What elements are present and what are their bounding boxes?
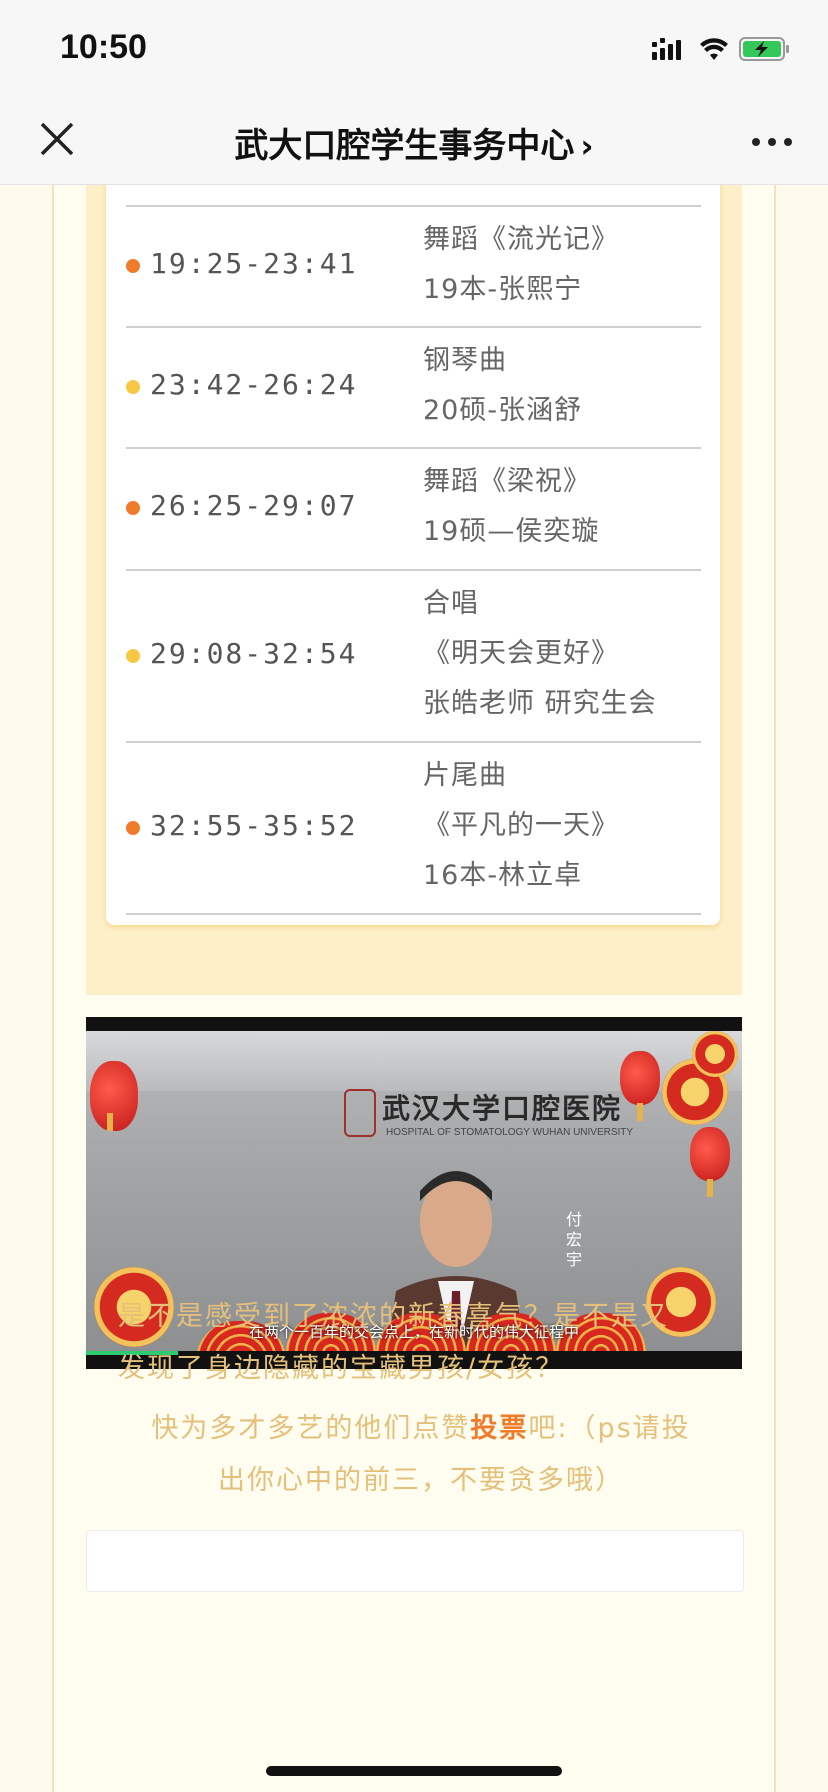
status-time: 10:50 <box>60 28 147 66</box>
time-range: 29:08-32:54 <box>150 637 358 670</box>
hospital-sign: 武汉大学口腔医院 <box>382 1092 623 1125</box>
vote-text-before: 快为多才多艺的他们点赞 <box>151 1413 471 1444</box>
schedule-row: 19:25-23:41 舞蹈《流光记》 19本-张熙宁 <box>126 207 701 325</box>
vote-card[interactable] <box>86 1530 744 1592</box>
nav-title[interactable]: 武大口腔学生事务中心 › <box>0 118 828 167</box>
performer: 20硕-张涵舒 <box>423 395 583 426</box>
flower-decoration <box>692 1031 738 1077</box>
signal-icon <box>652 38 681 60</box>
speaker-name: 付宏宇 <box>563 1211 582 1271</box>
status-dot <box>126 649 140 663</box>
paragraph-line: 是不是感受到了浓浓的新春喜气？是不是又 <box>118 1301 669 1332</box>
wifi-icon <box>700 38 728 60</box>
battery-icon <box>739 37 789 61</box>
time-range: 26:25-29:07 <box>150 489 358 522</box>
program-subtitle: 《明天会更好》 <box>423 638 619 669</box>
performer: 19硕—侯奕璇 <box>423 516 600 547</box>
program-title: 舞蹈《流光记》 <box>423 224 619 255</box>
time-range: 19:25-23:41 <box>150 247 358 280</box>
status-bar: 10:50 <box>0 0 828 100</box>
program-title: 片尾曲 <box>423 760 507 791</box>
more-button[interactable] <box>750 122 794 162</box>
lantern-decoration <box>690 1127 730 1197</box>
time-range: 32:55-35:52 <box>150 809 358 842</box>
paragraph-line: 发现了身边隐藏的宝藏男孩/女孩？ <box>118 1353 565 1384</box>
program-subtitle: 《平凡的一天》 <box>423 810 619 841</box>
article-content: 19:25-23:41 舞蹈《流光记》 19本-张熙宁 23:42-26:24 … <box>0 185 828 1792</box>
time-range: 23:42-26:24 <box>150 368 358 401</box>
article-paragraph: 是不是感受到了浓浓的新春喜气？是不是又 发现了身边隐藏的宝藏男孩/女孩？ <box>118 1291 718 1395</box>
hospital-sign-english: HOSPITAL OF STOMATOLOGY WUHAN UNIVERSITY <box>386 1127 634 1138</box>
schedule-divider <box>126 913 701 915</box>
status-dot <box>126 380 140 394</box>
vote-paragraph: 快为多才多艺的他们点赞投票吧:（ps请投 出你心中的前三，不要贪多哦） <box>96 1403 746 1507</box>
account-name[interactable]: 武大口腔学生事务中心 <box>234 126 574 166</box>
more-icon <box>752 138 792 146</box>
vote-highlight: 投票 <box>470 1413 529 1444</box>
paragraph-line: 快为多才多艺的他们点赞投票吧:（ps请投 <box>96 1403 746 1455</box>
program-title: 合唱 <box>423 588 479 619</box>
schedule-row: 26:25-29:07 舞蹈《梁祝》 19硕—侯奕璇 <box>126 449 701 567</box>
schedule-row: 23:42-26:24 钢琴曲 20硕-张涵舒 <box>126 328 701 446</box>
lantern-decoration <box>620 1051 660 1121</box>
schedule-row: 29:08-32:54 合唱 《明天会更好》 张皓老师 研究生会 <box>126 571 701 739</box>
program-title: 钢琴曲 <box>423 345 507 376</box>
performer: 19本-张熙宁 <box>423 274 583 305</box>
nav-bar: 武大口腔学生事务中心 › <box>0 100 828 185</box>
program-title: 舞蹈《梁祝》 <box>423 466 591 497</box>
chevron-right-icon: › <box>580 127 594 165</box>
performance-info: 片尾曲 《平凡的一天》 16本-林立卓 <box>423 751 619 901</box>
home-indicator[interactable] <box>266 1766 562 1776</box>
schedule-row: 32:55-35:52 片尾曲 《平凡的一天》 16本-林立卓 <box>126 743 701 911</box>
performer: 张皓老师 研究生会 <box>423 688 657 719</box>
performance-info: 合唱 《明天会更好》 张皓老师 研究生会 <box>423 579 657 729</box>
status-dot <box>126 821 140 835</box>
status-icons <box>652 34 792 64</box>
performance-info: 舞蹈《梁祝》 19硕—侯奕璇 <box>423 457 599 557</box>
hospital-logo <box>344 1089 376 1137</box>
vote-text-after: 吧:（ps请投 <box>528 1413 691 1444</box>
paragraph-line: 出你心中的前三，不要贪多哦） <box>218 1465 624 1496</box>
status-dot <box>126 501 140 515</box>
lantern-decoration <box>90 1061 138 1131</box>
performance-info: 钢琴曲 20硕-张涵舒 <box>423 336 582 436</box>
status-dot <box>126 259 140 273</box>
performer: 16本-林立卓 <box>423 860 583 891</box>
performance-info: 舞蹈《流光记》 19本-张熙宁 <box>423 215 619 315</box>
